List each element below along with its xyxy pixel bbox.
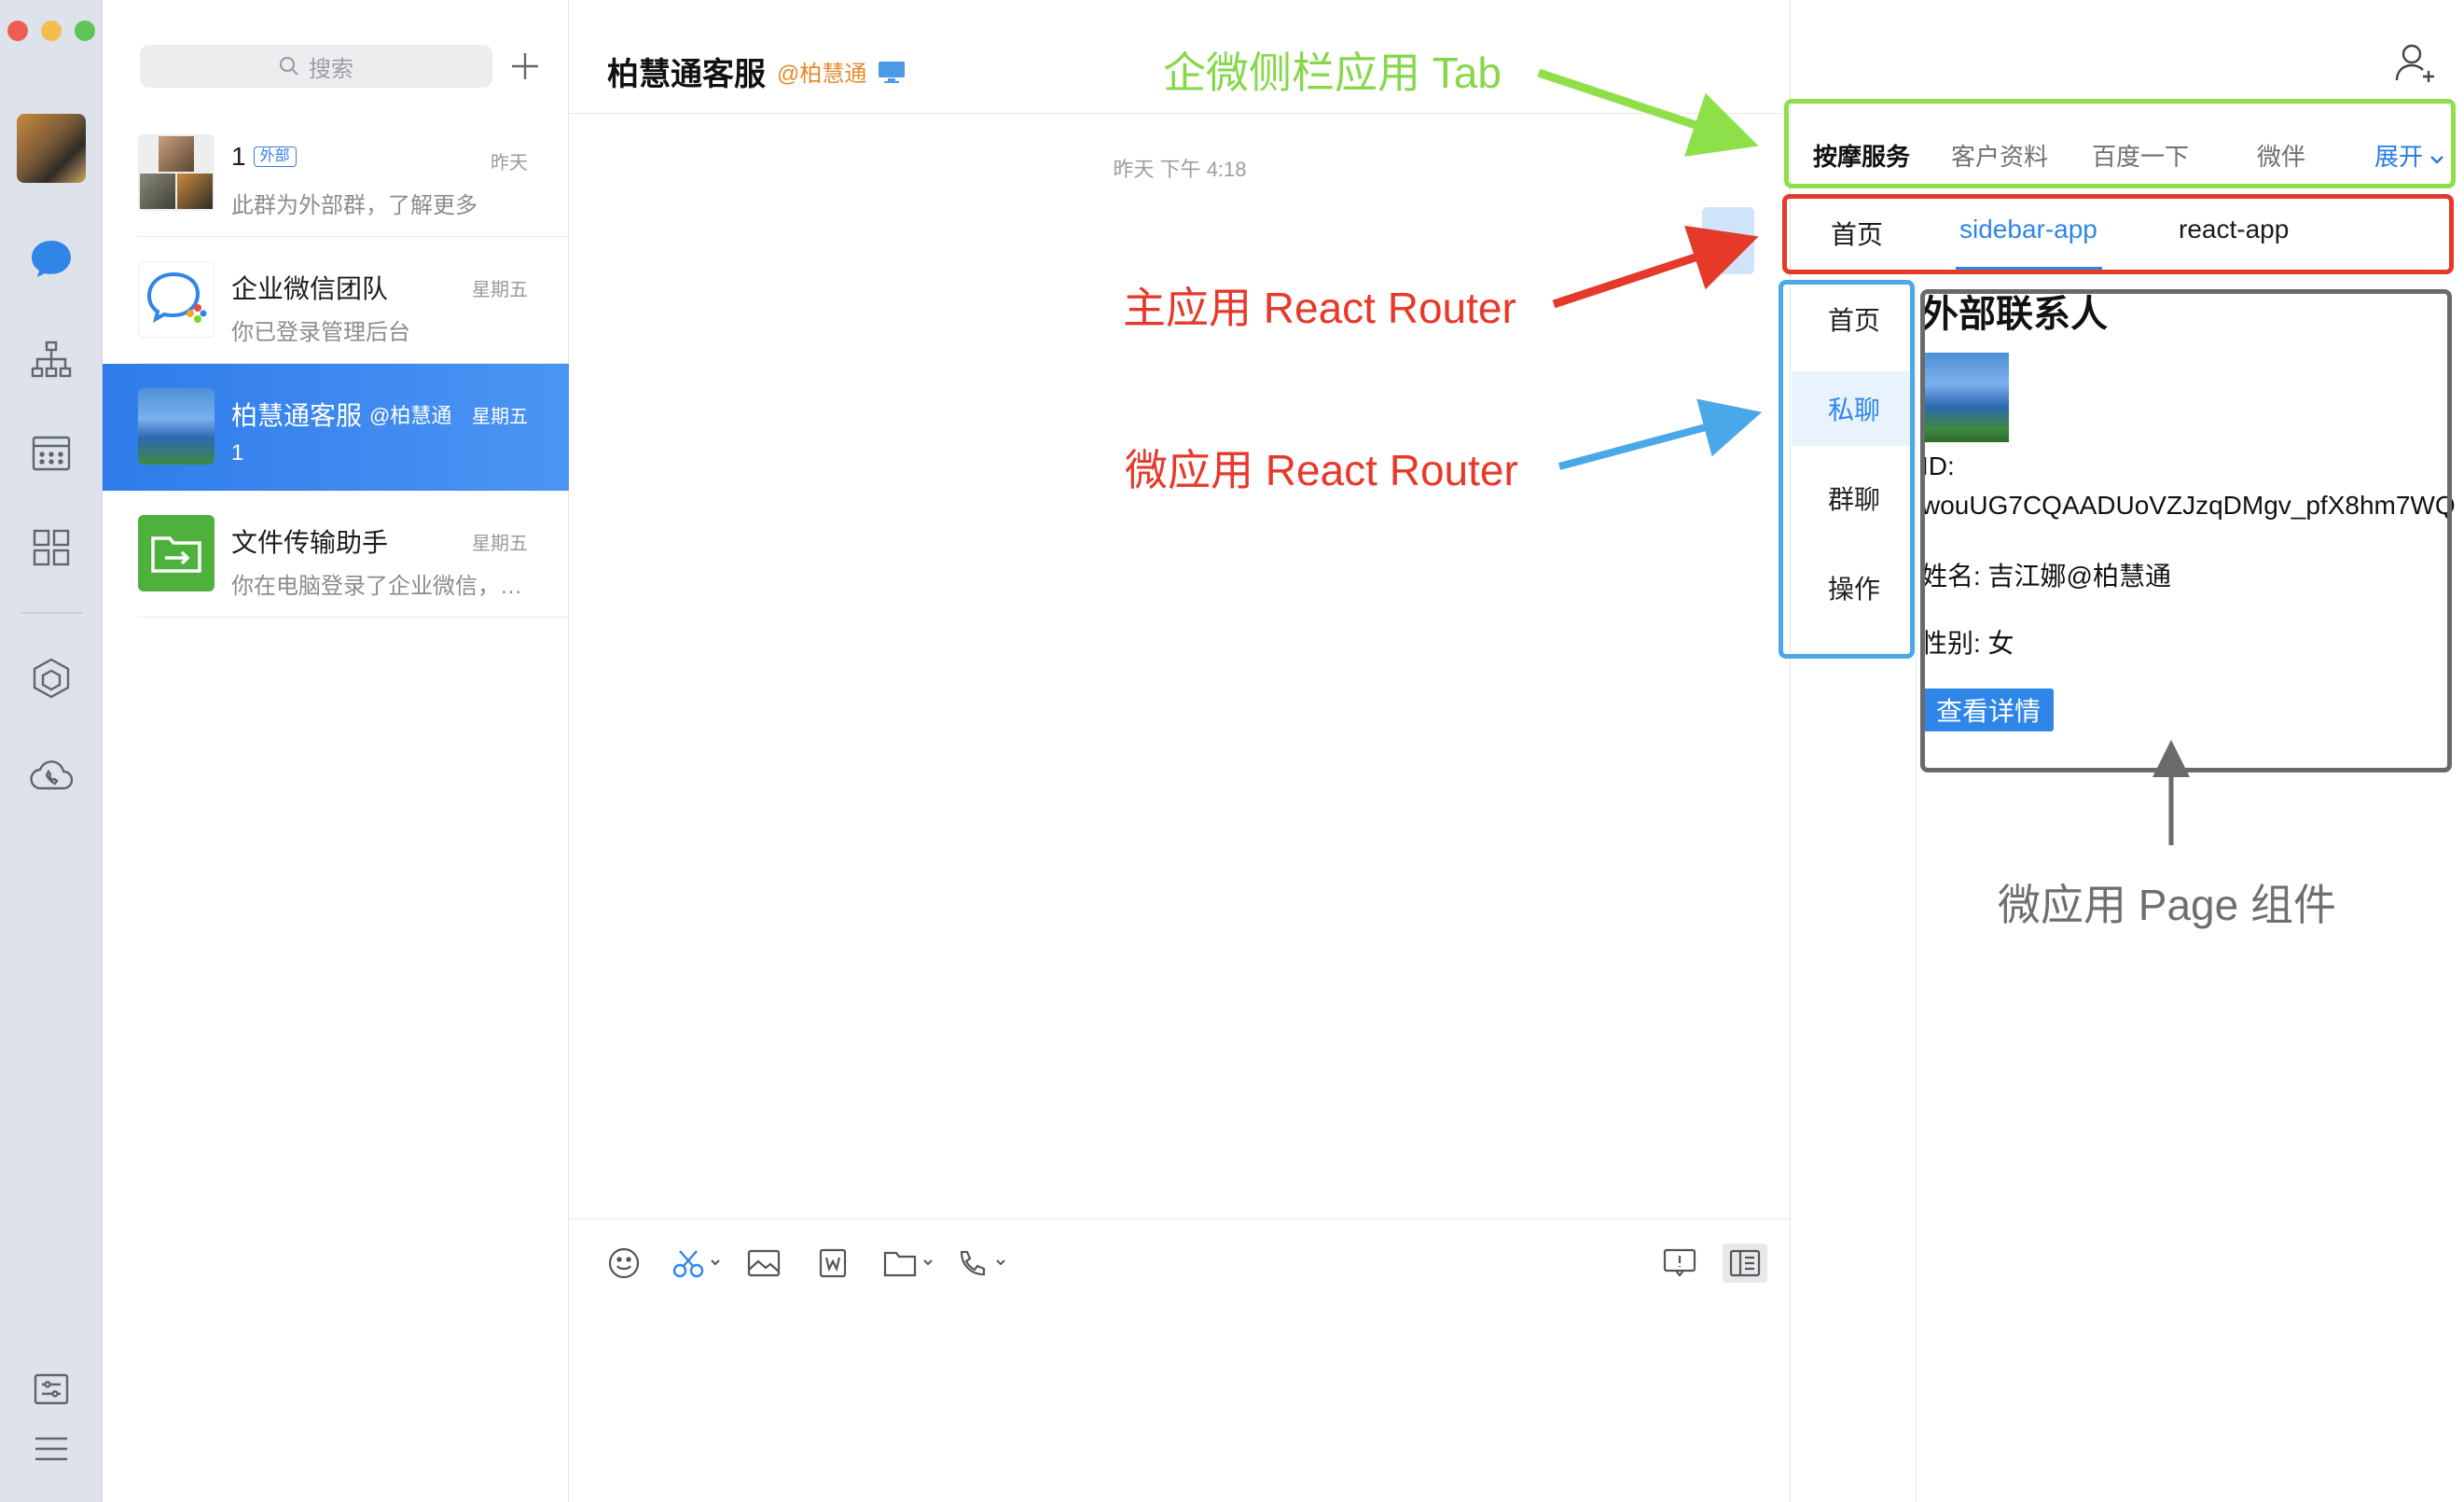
- chat-corp: @柏慧通: [777, 62, 867, 87]
- phone-call-icon[interactable]: [954, 1244, 1010, 1283]
- desktop-online-icon: [879, 61, 906, 83]
- row-divider: [138, 617, 569, 618]
- screenshot-scissors-icon[interactable]: [671, 1244, 727, 1283]
- corp-suffix: @柏慧通: [369, 404, 452, 427]
- search-placeholder: 搜索: [309, 56, 353, 82]
- conversation-preview: 此群为外部群，了解更多: [231, 193, 478, 218]
- user-avatar[interactable]: [17, 114, 86, 183]
- conversation-list: 搜索 1 外部 昨天 此群为外部群，了解更多 企业微信团队 星期五 你已登录管理…: [103, 0, 569, 1502]
- window-close-button[interactable]: [7, 21, 28, 41]
- cloud-phone-icon[interactable]: [28, 752, 75, 799]
- emoji-icon[interactable]: [603, 1244, 644, 1283]
- main-router-highlight: [1782, 194, 2454, 274]
- annotation-sidebar-tab: 企微侧栏应用 Tab: [1163, 49, 1502, 97]
- cube-app-icon[interactable]: [28, 655, 75, 702]
- document-icon[interactable]: [812, 1244, 853, 1283]
- settings-panel-icon[interactable]: [28, 1366, 75, 1412]
- page-component-highlight: [1920, 289, 2452, 772]
- conversation-item[interactable]: 企业微信团队 星期五 你已登录管理后台: [103, 237, 569, 364]
- add-contact-icon[interactable]: [2393, 41, 2438, 86]
- conversation-item-active[interactable]: 柏慧通客服 @柏慧通 星期五 1: [103, 364, 569, 491]
- conversation-time: 星期五: [472, 280, 528, 300]
- conversation-preview: 你在电脑登录了企业微信，…: [231, 574, 522, 599]
- wecom-logo-icon: [146, 271, 207, 323]
- app-dock: [0, 0, 103, 1502]
- dock-divider: [21, 612, 82, 614]
- folder-icon[interactable]: [881, 1244, 937, 1283]
- chat-title: 柏慧通客服: [607, 57, 766, 92]
- conversation-item[interactable]: 文件传输助手 星期五 你在电脑登录了企业微信，…: [103, 491, 569, 618]
- annotation-main-router: 主应用 React Router: [1123, 284, 1516, 332]
- feedback-icon[interactable]: [1659, 1244, 1700, 1283]
- calendar-icon[interactable]: [28, 429, 75, 476]
- group-avatar: [138, 134, 215, 211]
- conversation-time: 星期五: [472, 407, 528, 427]
- messages-icon[interactable]: [28, 235, 75, 282]
- file-transfer-avatar: [138, 515, 215, 591]
- sidebar-tab-highlight: [1784, 99, 2456, 188]
- window-zoom-button[interactable]: [75, 21, 95, 41]
- conversation-preview: 你已登录管理后台: [231, 320, 410, 345]
- image-icon[interactable]: [743, 1244, 784, 1283]
- plus-icon: [512, 53, 538, 79]
- workbench-grid-icon[interactable]: [28, 524, 75, 571]
- folder-transfer-icon: [151, 536, 201, 573]
- search-input[interactable]: 搜索: [140, 45, 492, 88]
- contact-avatar: [138, 388, 215, 465]
- conversation-name: 文件传输助手: [231, 528, 389, 557]
- new-chat-button[interactable]: [504, 45, 547, 88]
- chat-panel: 柏慧通客服 @柏慧通 昨天 下午 4:18: [570, 0, 1790, 1502]
- conversation-name: 企业微信团队: [231, 274, 389, 303]
- micro-router-highlight: [1779, 280, 1915, 659]
- search-icon: [279, 56, 298, 76]
- menu-icon[interactable]: [28, 1426, 75, 1472]
- contacts-org-icon[interactable]: [28, 336, 75, 382]
- message-bubble[interactable]: [1702, 207, 1754, 274]
- window-minimize-button[interactable]: [41, 21, 62, 41]
- conversation-name: 柏慧通客服: [231, 401, 363, 430]
- message-timestamp: 昨天 下午 4:18: [1113, 158, 1247, 181]
- conversation-time: 昨天: [491, 153, 528, 174]
- annotation-page-component: 微应用 Page 组件: [1998, 881, 2336, 929]
- conversation-time: 星期五: [472, 534, 528, 554]
- external-tag: 外部: [253, 146, 297, 167]
- message-composer: [570, 1218, 1790, 1502]
- sidebar-toggle-icon[interactable]: [1723, 1244, 1767, 1283]
- conversation-item[interactable]: 1 外部 昨天 此群为外部群，了解更多: [103, 110, 569, 237]
- annotation-micro-router: 微应用 React Router: [1125, 446, 1518, 494]
- wecom-team-avatar: [138, 261, 215, 338]
- conversation-name: 1: [231, 142, 246, 171]
- conversation-preview: 1: [231, 440, 244, 466]
